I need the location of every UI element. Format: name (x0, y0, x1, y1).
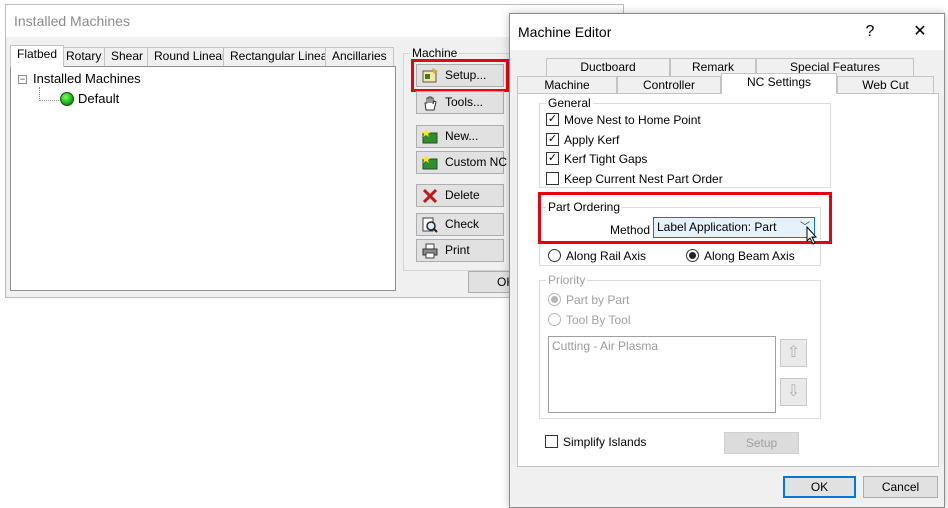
check-label: Check (445, 217, 480, 231)
nc-settings-panel: General ✓ Move Nest to Home Point ✓ Appl… (517, 93, 939, 467)
printer-icon (422, 243, 438, 259)
general-legend: General (546, 96, 593, 110)
tab-rotary[interactable]: Rotary (59, 47, 109, 66)
along-beam-label: Along Beam Axis (704, 249, 795, 263)
list-item[interactable]: Cutting - Air Plasma (552, 339, 772, 353)
move-nest-label: Move Nest to Home Point (564, 113, 701, 127)
new-machine-icon (422, 129, 438, 144)
ok-button[interactable]: OK (783, 476, 856, 498)
delete-icon (422, 188, 438, 204)
setup-label: Setup... (445, 68, 487, 82)
machine-tree[interactable]: − Installed Machines Default (10, 66, 396, 291)
tab-ancillaries[interactable]: Ancillaries (325, 47, 394, 66)
delete-label: Delete (445, 188, 480, 202)
setup-disabled-button[interactable]: Setup (724, 432, 799, 454)
tree-connector (39, 87, 59, 101)
priority-group: Priority Part by Part Tool By Tool Cutti… (539, 273, 821, 419)
tab-ductboard[interactable]: Ductboard (546, 58, 670, 77)
checkbox-unchecked-icon[interactable] (546, 172, 559, 185)
tree-root-label[interactable]: Installed Machines (33, 71, 141, 86)
tab-shear[interactable]: Shear (104, 47, 151, 66)
collapse-icon[interactable]: − (18, 75, 27, 84)
along-rail-label: Along Rail Axis (566, 249, 647, 263)
custom-nc-icon (422, 155, 438, 170)
simplify-islands-label: Simplify Islands (563, 435, 647, 449)
custom-nc-label: Custom NC (445, 155, 508, 169)
move-down-icon[interactable]: ⇩ (780, 378, 807, 406)
radio-unselected-icon[interactable] (548, 313, 561, 326)
delete-button[interactable]: Delete (416, 184, 504, 207)
tools-button[interactable]: Tools... (416, 91, 504, 114)
cancel-button[interactable]: Cancel (863, 476, 938, 498)
machine-status-icon (60, 92, 74, 106)
setup-button[interactable]: Setup... (416, 64, 504, 87)
magnifier-icon (422, 217, 438, 233)
tool-priority-list[interactable]: Cutting - Air Plasma (548, 336, 776, 413)
tab-rectangular-linear[interactable]: Rectangular Linear (223, 47, 339, 66)
checkbox-checked-icon[interactable]: ✓ (546, 113, 559, 126)
check-button[interactable]: Check (416, 213, 504, 236)
kerf-tight-gaps-label: Kerf Tight Gaps (564, 152, 648, 166)
print-button[interactable]: Print (416, 239, 504, 262)
move-up-icon[interactable]: ⇧ (780, 339, 807, 367)
priority-legend: Priority (546, 273, 588, 287)
machine-editor-dialog: Machine Editor ? ✕ Ductboard Remark Spec… (509, 13, 945, 508)
setup-icon (422, 68, 438, 83)
keep-part-order-label: Keep Current Nest Part Order (564, 172, 723, 186)
radio-unselected-icon[interactable] (548, 249, 561, 262)
checkbox-checked-icon[interactable]: ✓ (546, 133, 559, 146)
print-label: Print (445, 243, 470, 257)
hand-icon (424, 96, 437, 111)
part-ordering-highlight (538, 192, 832, 244)
radio-selected-icon[interactable] (686, 249, 699, 262)
custom-nc-button[interactable]: Custom NC (416, 151, 508, 174)
help-button[interactable]: ? (848, 14, 892, 50)
general-group: General ✓ Move Nest to Home Point ✓ Appl… (539, 96, 831, 188)
mouse-pointer-icon (806, 226, 818, 245)
tool-by-tool-label: Tool By Tool (566, 313, 631, 327)
machine-group-label: Machine (410, 46, 460, 60)
apply-kerf-label: Apply Kerf (564, 133, 620, 147)
new-label: New... (445, 129, 479, 143)
tools-label: Tools... (445, 95, 484, 109)
checkbox-unchecked-icon[interactable] (545, 435, 558, 448)
tree-item-default[interactable]: Default (78, 91, 119, 106)
tab-nc-settings[interactable]: NC Settings (721, 73, 837, 94)
radio-selected-icon[interactable] (548, 293, 561, 306)
close-icon[interactable]: ✕ (898, 14, 942, 50)
new-button[interactable]: New... (416, 125, 504, 148)
checkbox-checked-icon[interactable]: ✓ (546, 152, 559, 165)
part-by-part-label: Part by Part (566, 293, 630, 307)
tab-round-linear[interactable]: Round Linear (147, 47, 234, 66)
tab-flatbed[interactable]: Flatbed (10, 45, 65, 67)
